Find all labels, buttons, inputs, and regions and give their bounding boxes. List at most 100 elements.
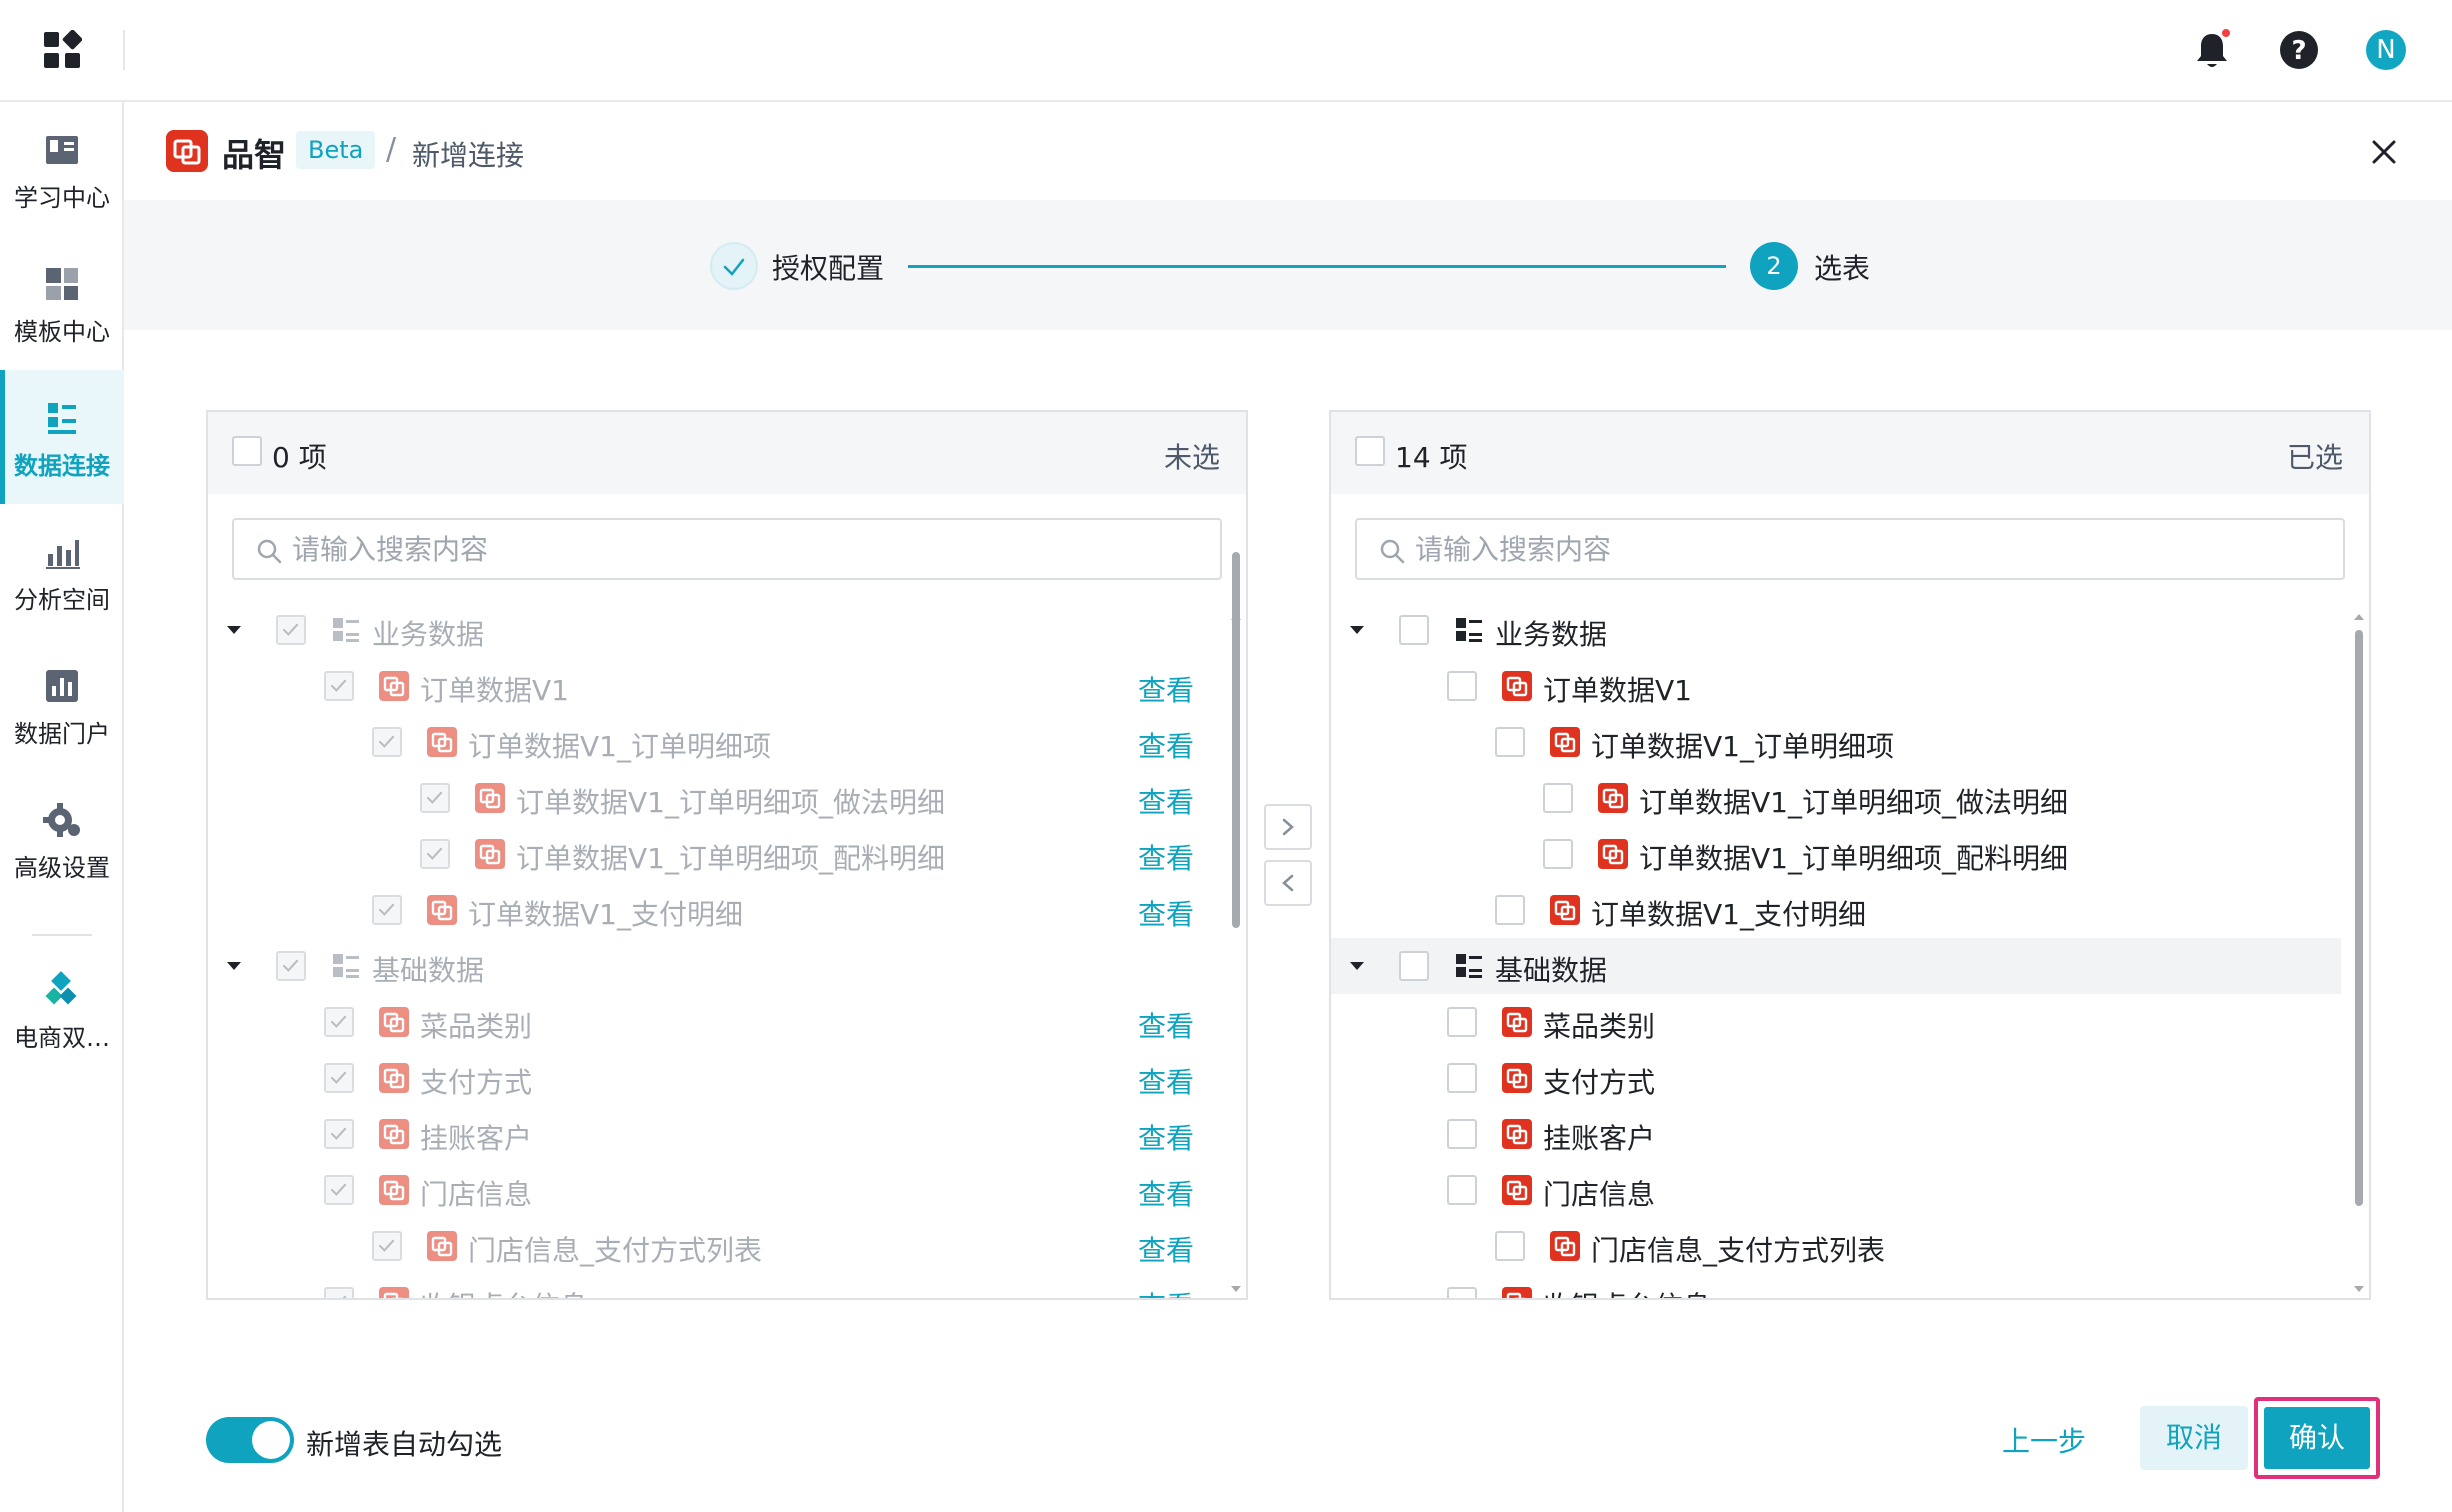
row-checkbox[interactable] (372, 895, 402, 925)
row-checkbox[interactable] (1543, 783, 1573, 813)
move-right-button[interactable] (1264, 804, 1312, 850)
row-checkbox[interactable] (324, 1007, 354, 1037)
view-link[interactable]: 查看 (1138, 725, 1194, 765)
select-all-checkbox[interactable] (232, 436, 262, 466)
tree-table-row[interactable]: 挂账客户 (1331, 1106, 2341, 1162)
view-link[interactable]: 查看 (1138, 893, 1194, 933)
move-left-button[interactable] (1264, 860, 1312, 906)
sidebar-item-analysis-space[interactable]: 分析空间 (0, 504, 124, 638)
row-checkbox[interactable] (324, 1119, 354, 1149)
tree-table-row[interactable]: 订单数据V1 查看 (208, 658, 1218, 714)
tree-table-row[interactable]: 门店信息_支付方式列表 查看 (208, 1218, 1218, 1274)
row-checkbox[interactable] (1495, 1231, 1525, 1261)
row-checkbox[interactable] (1447, 1063, 1477, 1093)
row-checkbox[interactable] (324, 1063, 354, 1093)
scrollbar-thumb[interactable] (2355, 630, 2363, 1206)
apps-grid-icon[interactable] (42, 30, 82, 70)
row-checkbox[interactable] (1447, 1175, 1477, 1205)
row-checkbox[interactable] (1399, 951, 1429, 981)
help-icon[interactable]: ? (2279, 30, 2319, 70)
row-checkbox[interactable] (276, 951, 306, 981)
tree-table-row[interactable]: 挂账客户 查看 (208, 1106, 1218, 1162)
tree-item-label: 订单数据V1 (420, 674, 569, 707)
tree-table-row[interactable]: 收银桌台信息 查看 (208, 1274, 1218, 1298)
tree-folder-row[interactable]: 基础数据 (1331, 938, 2341, 994)
tree-table-row[interactable]: 门店信息 (1331, 1162, 2341, 1218)
row-checkbox[interactable] (1447, 1287, 1477, 1298)
row-checkbox[interactable] (1447, 671, 1477, 701)
tree-table-row[interactable]: 订单数据V1_订单明细项_做法明细 (1331, 770, 2341, 826)
search-icon (257, 539, 282, 564)
sidebar-item-data-portal[interactable]: 数据门户 (0, 638, 124, 772)
sidebar-item-ecommerce[interactable]: 电商双… (0, 942, 124, 1076)
search-input[interactable] (1415, 528, 2315, 570)
tree-table-row[interactable]: 支付方式 查看 (208, 1050, 1218, 1106)
view-link[interactable]: 查看 (1138, 1229, 1194, 1269)
sidebar-item-advanced-settings[interactable]: 高级设置 (0, 772, 124, 906)
tree-table-row[interactable]: 订单数据V1_支付明细 (1331, 882, 2341, 938)
scroll-up-arrow-icon[interactable] (1230, 608, 1242, 620)
row-checkbox[interactable] (1543, 839, 1573, 869)
tree-table-row[interactable]: 订单数据V1_订单明细项 查看 (208, 714, 1218, 770)
caret-down-icon[interactable] (1345, 954, 1369, 978)
tree-table-row[interactable]: 菜品类别 查看 (208, 994, 1218, 1050)
view-link[interactable]: 查看 (1138, 781, 1194, 821)
sidebar-item-data-connection[interactable]: 数据连接 (0, 370, 124, 504)
row-checkbox[interactable] (324, 671, 354, 701)
cancel-button[interactable]: 取消 (2140, 1406, 2248, 1470)
search-input[interactable] (292, 528, 1192, 570)
view-link[interactable]: 查看 (1138, 1061, 1194, 1101)
view-link[interactable]: 查看 (1138, 837, 1194, 877)
auto-select-toggle[interactable] (206, 1417, 294, 1463)
search-field[interactable] (232, 518, 1222, 580)
view-link[interactable]: 查看 (1138, 1173, 1194, 1213)
tree-folder-row[interactable]: 基础数据 (208, 938, 1218, 994)
tree-table-row[interactable]: 订单数据V1_订单明细项_配料明细 查看 (208, 826, 1218, 882)
close-icon[interactable] (2364, 132, 2404, 172)
row-checkbox[interactable] (1495, 895, 1525, 925)
tree-table-row[interactable]: 门店信息 查看 (208, 1162, 1218, 1218)
row-checkbox[interactable] (1447, 1119, 1477, 1149)
row-checkbox[interactable] (372, 727, 402, 757)
row-checkbox[interactable] (420, 839, 450, 869)
tree-table-row[interactable]: 订单数据V1 (1331, 658, 2341, 714)
view-link[interactable]: 查看 (1138, 1005, 1194, 1045)
sidebar-item-learning-center[interactable]: 学习中心 (0, 102, 124, 236)
tree-folder-row[interactable]: 业务数据 (1331, 602, 2341, 658)
row-checkbox[interactable] (324, 1287, 354, 1298)
tree-table-row[interactable]: 菜品类别 (1331, 994, 2341, 1050)
row-checkbox[interactable] (1495, 727, 1525, 757)
select-all-checkbox[interactable] (1355, 436, 1385, 466)
view-link[interactable]: 查看 (1138, 669, 1194, 709)
table-icon (426, 1230, 458, 1262)
scroll-down-arrow-icon[interactable] (1230, 1280, 1242, 1292)
tree-table-row[interactable]: 收银桌台信息 (1331, 1274, 2341, 1298)
user-avatar[interactable]: N (2366, 30, 2406, 70)
view-link[interactable]: 查看 (1138, 1117, 1194, 1157)
tree-table-row[interactable]: 订单数据V1_订单明细项 (1331, 714, 2341, 770)
tree-table-row[interactable]: 订单数据V1_订单明细项_配料明细 (1331, 826, 2341, 882)
row-checkbox[interactable] (1399, 615, 1429, 645)
row-checkbox[interactable] (1447, 1007, 1477, 1037)
sidebar-item-template-center[interactable]: 模板中心 (0, 236, 124, 370)
tree-table-row[interactable]: 订单数据V1_订单明细项_做法明细 查看 (208, 770, 1218, 826)
caret-down-icon[interactable] (1345, 618, 1369, 642)
tree-table-row[interactable]: 门店信息_支付方式列表 (1331, 1218, 2341, 1274)
tree-folder-row[interactable]: 业务数据 (208, 602, 1218, 658)
confirm-button[interactable]: 确认 (2264, 1407, 2370, 1469)
tree-table-row[interactable]: 支付方式 (1331, 1050, 2341, 1106)
row-checkbox[interactable] (420, 783, 450, 813)
search-field[interactable] (1355, 518, 2345, 580)
view-link[interactable]: 查看 (1138, 1285, 1194, 1298)
row-checkbox[interactable] (372, 1231, 402, 1261)
search-icon (1380, 539, 1405, 564)
scroll-down-arrow-icon[interactable] (2353, 1280, 2365, 1292)
previous-step-button[interactable]: 上一步 (2002, 1420, 2086, 1460)
tree-table-row[interactable]: 订单数据V1_支付明细 查看 (208, 882, 1218, 938)
caret-down-icon[interactable] (222, 618, 246, 642)
notification-bell-icon[interactable] (2192, 28, 2232, 72)
row-checkbox[interactable] (276, 615, 306, 645)
caret-down-icon[interactable] (222, 954, 246, 978)
scroll-up-arrow-icon[interactable] (2353, 608, 2365, 620)
row-checkbox[interactable] (324, 1175, 354, 1205)
